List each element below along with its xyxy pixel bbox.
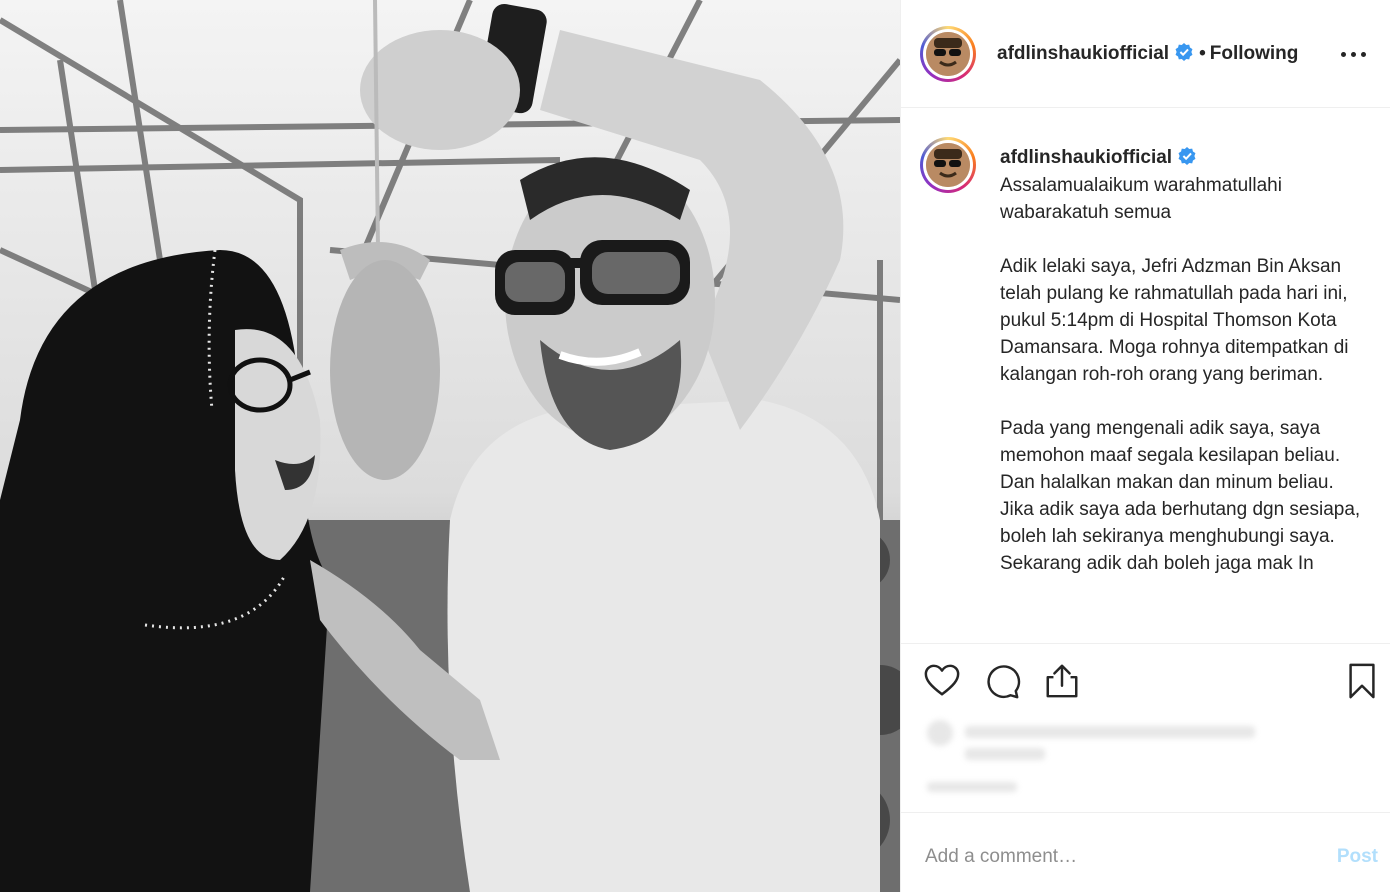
share-upload-icon[interactable] [1043, 662, 1081, 700]
post-header: afdlinshaukiofficial • Following [901, 0, 1390, 108]
more-options-icon[interactable] [1339, 44, 1369, 64]
action-bar [901, 644, 1390, 714]
caption-paragraph: Adik lelaki saya, Jefri Adzman Bin Aksan… [1000, 256, 1349, 385]
bookmark-outline-icon[interactable] [1343, 662, 1381, 700]
avatar-image [926, 32, 970, 76]
verified-badge-icon [1178, 147, 1196, 165]
avatar-image [926, 143, 970, 187]
caption-text: Assalamualaikum warahmatullahi wabarakat… [1000, 172, 1370, 604]
post-photo[interactable] [0, 0, 900, 892]
speech-bubble-icon[interactable] [983, 662, 1021, 700]
blurred-likes-region [925, 712, 1265, 802]
comment-input[interactable] [923, 841, 1307, 873]
post-photo-image [0, 0, 900, 892]
caption-paragraph: Assalamualaikum warahmatullahi wabarakat… [1000, 175, 1282, 223]
caption-avatar[interactable] [920, 137, 976, 193]
separator-dot: • [1199, 43, 1206, 64]
comment-bar: Post [901, 812, 1390, 892]
caption-section: afdlinshaukiofficial Assalamualaikum war… [901, 108, 1390, 644]
following-button[interactable]: Following [1210, 43, 1299, 64]
verified-badge-icon [1175, 43, 1193, 61]
header-info: afdlinshaukiofficial • Following [997, 43, 1298, 65]
caption-paragraph: Pada yang mengenali adik saya, saya memo… [1000, 418, 1361, 574]
avatar[interactable] [920, 26, 976, 82]
post-author-username[interactable]: afdlinshaukiofficial [997, 43, 1169, 64]
heart-outline-icon[interactable] [923, 662, 961, 700]
post-comment-button[interactable]: Post [1337, 846, 1378, 868]
caption-username[interactable]: afdlinshaukiofficial [1000, 147, 1172, 168]
post-side-panel: afdlinshaukiofficial • Following afdlins… [900, 0, 1390, 892]
caption-username-row: afdlinshaukiofficial [1000, 147, 1196, 169]
